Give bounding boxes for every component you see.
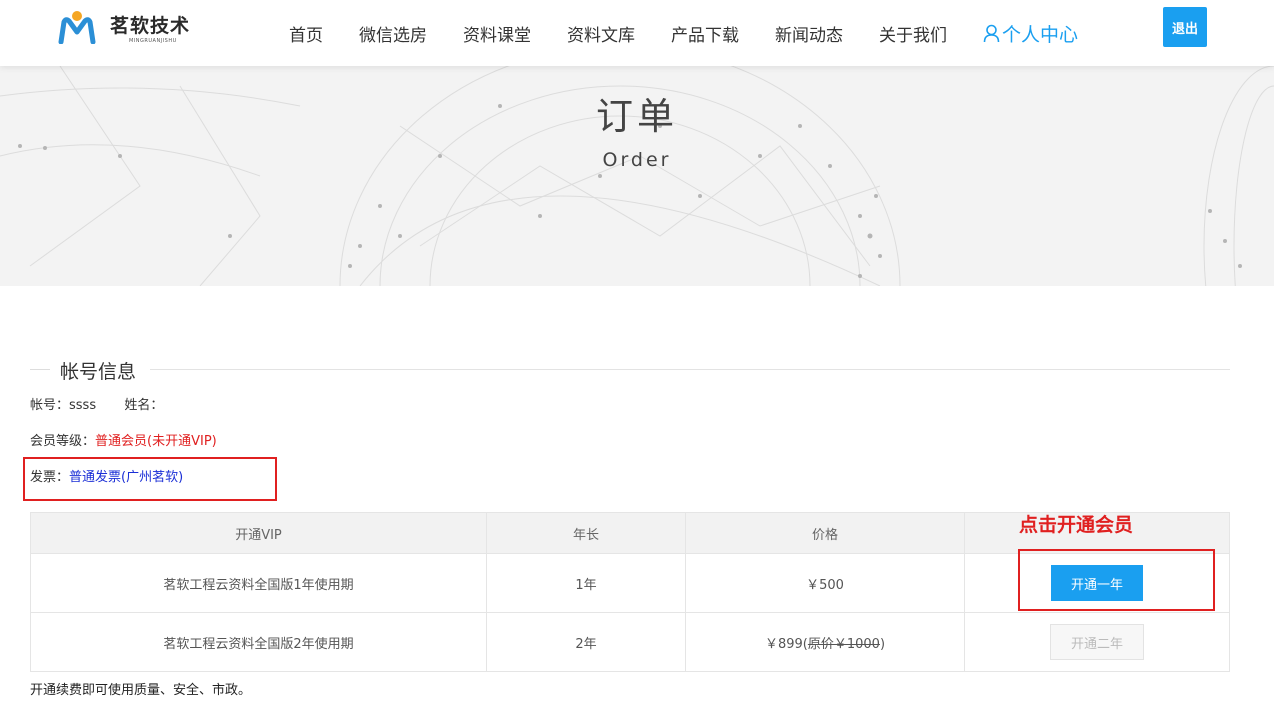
page-banner: 订单 Order [0,66,1274,286]
member-level-label: 会员等级： [30,434,96,449]
logo-icon [58,11,96,44]
column-header-price: 价格 [685,512,965,554]
plan-action-cell: 开通二年 [964,612,1230,672]
nav-home[interactable]: 首页 [289,21,323,46]
name-label: 姓名： [124,398,164,413]
nav-news[interactable]: 新闻动态 [775,21,843,46]
member-level-line: 会员等级：普通会员(未开通VIP) [30,430,217,449]
account-value: ssss [69,398,97,413]
plan-original-price: 原价￥1000 [807,636,880,652]
nav-wechat-house[interactable]: 微信选房 [359,21,427,46]
top-header: 茗软技术 MINGRUANJISHU 首页 微信选房 资料课堂 资料文库 产品下… [0,0,1274,66]
nav-user-center[interactable]: 个人中心 [983,20,1078,47]
button-highlight-box [1018,549,1215,611]
divider [150,369,1230,370]
plan-price-value: ￥899( [764,636,808,652]
logo-subtext: MINGRUANJISHU [129,38,177,44]
account-label: 帐号： [30,398,70,413]
invoice-highlight-box [23,457,277,501]
page-subtitle: Order [602,149,672,171]
logo-text: 茗软技术 [110,15,191,37]
annotation-text: 点击开通会员 [1019,514,1134,536]
page-title: 订单 [596,95,678,138]
column-header-plan: 开通VIP [30,512,487,554]
nav-library[interactable]: 资料文库 [567,21,635,46]
logo[interactable]: 茗软技术 MINGRUANJISHU [58,8,198,48]
account-section-header: 帐号信息 [30,355,1230,383]
plan-name: 茗软工程云资料全国版1年使用期 [30,553,487,613]
user-center-label: 个人中心 [1002,23,1079,46]
plan-price: ￥899(原价￥1000) [685,612,965,672]
account-section-title: 帐号信息 [60,361,137,383]
nav-course[interactable]: 资料课堂 [463,21,531,46]
account-line: 帐号：ssss 姓名： [30,394,163,413]
plan-price: ￥500 [685,553,965,613]
plan-name: 茗软工程云资料全国版2年使用期 [30,612,487,672]
user-icon [983,24,1000,42]
nav-download[interactable]: 产品下载 [671,21,739,46]
table-row: 茗软工程云资料全国版2年使用期 2年 ￥899(原价￥1000) 开通二年 [30,612,1230,672]
plan-years: 2年 [486,612,686,672]
open-two-year-button[interactable]: 开通二年 [1050,624,1144,660]
plan-price-close: ) [879,636,886,652]
member-level-value: 普通会员(未开通VIP) [95,434,217,449]
logout-button[interactable]: 退出 [1163,7,1207,47]
divider [30,369,50,370]
footer-note: 开通续费即可使用质量、安全、市政。 [30,683,252,698]
main-nav: 首页 微信选房 资料课堂 资料文库 产品下载 新闻动态 关于我们 个人中心 [289,0,1078,66]
nav-about[interactable]: 关于我们 [879,21,947,46]
plan-years: 1年 [486,553,686,613]
column-header-years: 年长 [486,512,686,554]
